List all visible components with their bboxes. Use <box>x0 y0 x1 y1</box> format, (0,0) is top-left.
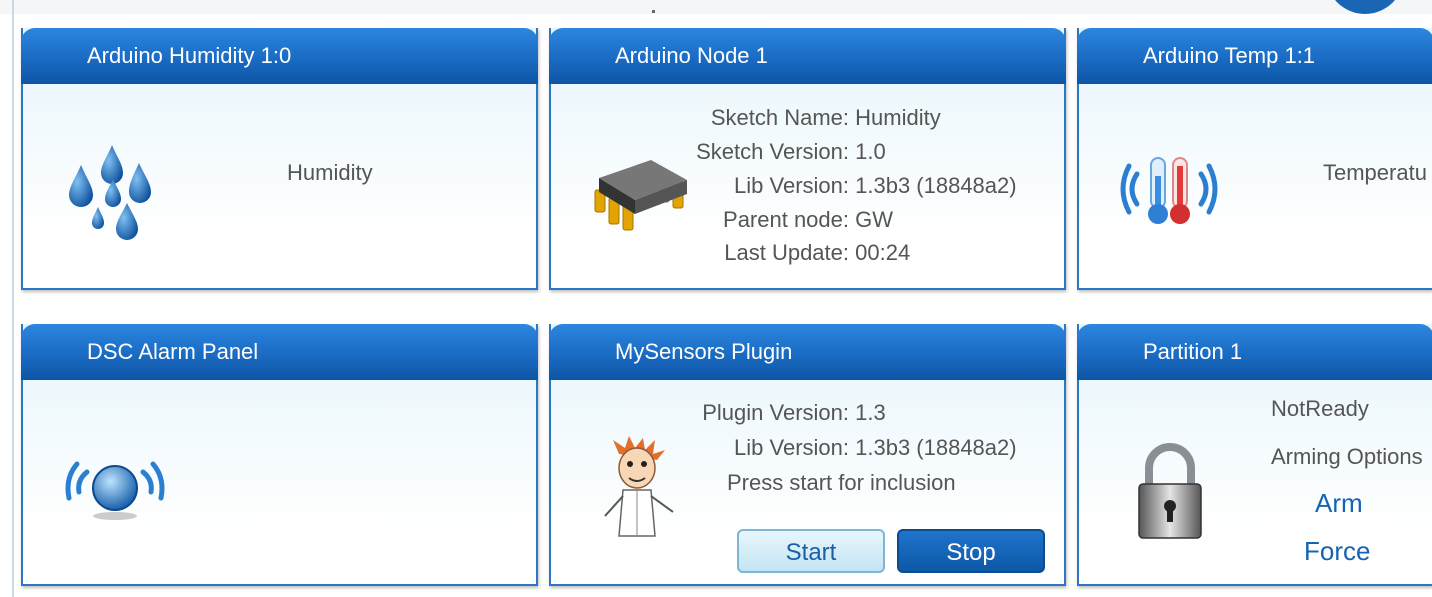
parent-node-row: Parent node: GW <box>669 207 893 233</box>
panel-arduino-temp: Arduino Temp 1:1 Temperatu <box>1077 28 1432 290</box>
lib-version-label: Lib Version: <box>734 435 849 460</box>
panel-header: MySensors Plugin <box>549 324 1066 380</box>
sketch-version-label: Sketch Version: <box>696 139 849 164</box>
padlock-icon <box>1135 442 1205 547</box>
panel-header: Partition 1 <box>1077 324 1432 380</box>
sensor-label: Temperatu <box>1323 160 1427 185</box>
start-button[interactable]: Start <box>737 529 885 573</box>
stop-button[interactable]: Stop <box>897 529 1045 573</box>
sketch-name-label: Sketch Name: <box>710 105 849 130</box>
inclusion-message: Press start for inclusion <box>727 470 956 495</box>
sketch-version-row: Sketch Version: 1.0 <box>669 139 886 165</box>
panel-mysensors-plugin: MySensors Plugin Plugin Version: 1.3 Lib… <box>549 324 1066 586</box>
top-bar <box>0 0 1432 14</box>
plugin-version-row: Plugin Version: 1.3 <box>669 400 886 426</box>
panel-partition: Partition 1 NotReady Arming Options Arm … <box>1077 324 1432 586</box>
parent-node-label: Parent node: <box>723 207 849 232</box>
parent-node-value: GW <box>855 207 894 232</box>
plugin-version-value: 1.3 <box>855 400 886 425</box>
arm-button[interactable]: Arm <box>1315 488 1363 519</box>
sensor-label: Humidity <box>287 160 373 185</box>
partition-status: NotReady <box>1271 396 1369 421</box>
last-update-value: 00:24 <box>855 240 911 265</box>
force-button[interactable]: Force <box>1304 536 1370 567</box>
lib-version-row: Lib Version: 1.3b3 (18848a2) <box>669 435 1017 461</box>
panel-title: DSC Alarm Panel <box>87 339 259 364</box>
top-dot <box>652 10 655 13</box>
alarm-sensor-icon <box>63 450 167 529</box>
lib-version-value: 1.3b3 (18848a2) <box>855 173 1017 198</box>
panel-dsc-alarm: DSC Alarm Panel <box>21 324 538 586</box>
panel-arduino-humidity: Arduino Humidity 1:0 Humidity <box>21 28 538 290</box>
arming-options-label: Arming Options <box>1271 444 1423 469</box>
panel-title: Arduino Temp 1:1 <box>1143 43 1316 68</box>
left-border <box>12 0 14 597</box>
panel-header: DSC Alarm Panel <box>21 324 538 380</box>
panel-header: Arduino Temp 1:1 <box>1077 28 1432 84</box>
lib-version-row: Lib Version: 1.3b3 (18848a2) <box>669 173 1017 199</box>
panel-title: MySensors Plugin <box>615 339 793 364</box>
lib-version-value: 1.3b3 (18848a2) <box>855 435 1017 460</box>
lib-version-label: Lib Version: <box>734 173 849 198</box>
sketch-name-value: Humidity <box>855 105 941 130</box>
sketch-name-row: Sketch Name: Humidity <box>669 105 941 131</box>
panel-header: Arduino Node 1 <box>549 28 1066 84</box>
panel-header: Arduino Humidity 1:0 <box>21 28 538 84</box>
water-drops-icon <box>67 143 157 253</box>
panel-arduino-node: Arduino Node 1 Sketch Name: Humidity Ske… <box>549 28 1066 290</box>
plugin-version-label: Plugin Version: <box>702 400 849 425</box>
last-update-label: Last Update: <box>724 240 849 265</box>
thermometer-icon <box>1117 154 1221 233</box>
panel-title: Arduino Humidity 1:0 <box>87 43 292 68</box>
panel-title: Arduino Node 1 <box>615 43 768 68</box>
sketch-version-value: 1.0 <box>855 139 886 164</box>
panel-title: Partition 1 <box>1143 339 1243 364</box>
last-update-row: Last Update: 00:24 <box>669 240 910 266</box>
